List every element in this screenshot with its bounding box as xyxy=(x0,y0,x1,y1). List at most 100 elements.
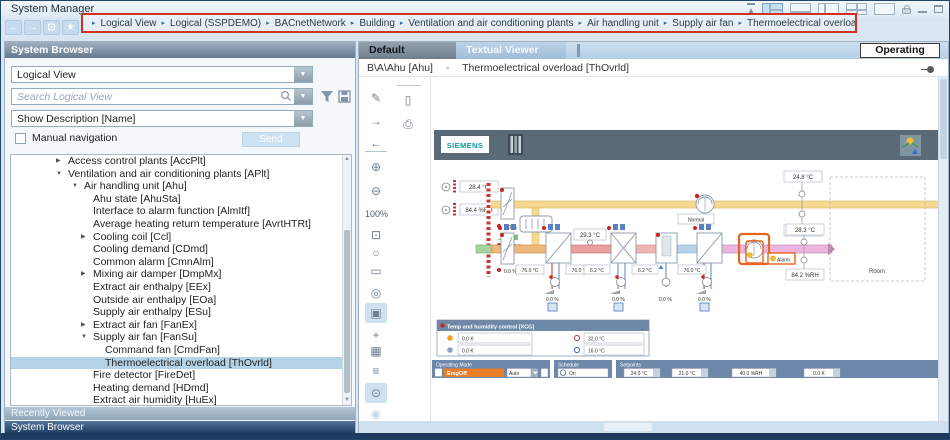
chevron-down-icon[interactable]: ▼ xyxy=(294,111,312,126)
navigate-back-icon[interactable]: ← xyxy=(365,133,387,153)
setpoint-spinner[interactable]: 40.0 %RH xyxy=(732,369,776,378)
expander-icon[interactable] xyxy=(81,231,93,244)
lock-icon[interactable] xyxy=(902,8,911,14)
goto-view-button[interactable]: ⊡ xyxy=(43,20,60,35)
layout-preset-5-button[interactable] xyxy=(874,3,895,15)
op-mode-value: EmgOff xyxy=(447,371,467,377)
tree-item[interactable]: Access control plants [AccPlt] xyxy=(11,155,351,168)
breadcrumb-item[interactable]: Air handling unit xyxy=(587,18,659,29)
setpoint-spinner[interactable]: 0.0 K xyxy=(804,369,840,378)
tree-item[interactable]: Supply air enthalpy [ESu] xyxy=(11,306,351,319)
tree-item[interactable]: Ahu state [AhuSta] xyxy=(11,193,351,206)
zoom-in-icon[interactable]: ⊕ xyxy=(365,157,387,177)
expander-icon[interactable] xyxy=(56,168,68,181)
tree-item[interactable]: Interface to alarm function [AlmItf] xyxy=(11,205,351,218)
filter-icon[interactable] xyxy=(320,90,338,106)
tree-item-selected[interactable]: Thermoelectrical overload [ThOvrld] xyxy=(11,357,351,370)
tree-item[interactable]: Extract air fan [FanEx] xyxy=(11,319,351,332)
schematic-canvas[interactable]: SIEMENS xyxy=(432,77,938,421)
send-button[interactable]: Send xyxy=(242,132,300,147)
zoom-level-label[interactable]: 100% xyxy=(365,204,387,224)
control-value: 16.0 °C xyxy=(588,349,605,355)
setpoint-spinner[interactable]: 21.0 °C xyxy=(672,369,708,378)
tree-item[interactable]: Outside air enthalpy [EOa] xyxy=(11,294,351,307)
navigate-forward-icon[interactable]: → xyxy=(365,111,387,131)
search-input[interactable] xyxy=(12,90,280,104)
tree-item[interactable]: Extract air humidity [HuEx] xyxy=(11,394,351,406)
expander-icon[interactable] xyxy=(81,319,93,332)
tree-item[interactable]: Extract air enthalpy [EEx] xyxy=(11,281,351,294)
heat-recovery-2[interactable] xyxy=(693,224,722,263)
op-mode-edit-button[interactable] xyxy=(541,369,548,378)
breadcrumb: ▸ Logical View ▸ Logical (SSPDEMO) ▸ BAC… xyxy=(81,13,857,33)
new-page-icon[interactable]: ▯ xyxy=(397,90,419,110)
tree-item[interactable]: Mixing air damper [DmpMx] xyxy=(11,268,351,281)
tab-textual-viewer[interactable]: Textual Viewer xyxy=(456,42,566,59)
tree-item[interactable]: Air handling unit [Ahu] xyxy=(11,180,351,193)
tree-item[interactable]: Heating demand [HDmd] xyxy=(11,382,351,395)
expander-icon[interactable] xyxy=(56,155,68,168)
tab-default[interactable]: Default xyxy=(359,42,456,59)
selection-tool-icon[interactable]: ▣ xyxy=(365,303,387,323)
related-items-icon[interactable]: ⊙ xyxy=(365,383,387,403)
breadcrumb-item[interactable]: BACnetNetwork xyxy=(275,18,346,29)
view-select[interactable]: Logical View ▼ xyxy=(11,66,313,83)
pin-icon[interactable] xyxy=(927,66,934,73)
description-select[interactable]: Show Description [Name] ▼ xyxy=(11,110,313,127)
save-icon[interactable] xyxy=(338,90,356,106)
breadcrumb-item[interactable]: Thermoelectrical overload xyxy=(747,18,857,29)
tree-item[interactable]: Cooling coil [Ccl] xyxy=(11,231,351,244)
expander-icon[interactable] xyxy=(81,331,93,344)
scroll-up-icon[interactable]: ▲ xyxy=(343,155,351,164)
tree-item[interactable]: Ventilation and air conditioning plants … xyxy=(11,168,351,181)
zoom-window-icon[interactable]: ◎ xyxy=(365,283,387,303)
breadcrumb-item[interactable]: Logical (SSPDEMO) xyxy=(170,18,261,29)
back-button[interactable]: ← xyxy=(5,20,22,35)
breadcrumb-item[interactable]: Building xyxy=(359,18,395,29)
extract-fan[interactable]: Normal xyxy=(678,194,714,224)
breadcrumb-separator-icon: ▸ xyxy=(266,19,270,27)
temp-humidity-control-panel[interactable]: Temp and humidity control [XCG] 0.0 K 32… xyxy=(437,320,649,356)
op-mode-select-value: Auto xyxy=(509,371,520,377)
align-grid-icon[interactable]: ▦ xyxy=(365,341,387,361)
favorites-button[interactable]: ★ xyxy=(62,20,79,35)
zoom-out-icon[interactable]: ⊖ xyxy=(365,181,387,201)
system-browser-header: System Browser xyxy=(5,42,355,58)
forward-button[interactable]: → xyxy=(24,20,41,35)
chevron-down-icon[interactable]: ▼ xyxy=(294,67,312,82)
search-field[interactable]: ▼ xyxy=(11,88,313,105)
zoom-fit-icon[interactable]: ⊡ xyxy=(365,225,387,245)
breadcrumb-item[interactable]: Supply air fan xyxy=(672,18,733,29)
print-icon[interactable]: ⎙ xyxy=(397,114,419,134)
layers-icon[interactable]: ≡ xyxy=(365,361,387,381)
canvas-horizontal-scrollbar[interactable] xyxy=(359,421,948,433)
expander-icon[interactable] xyxy=(81,268,93,281)
scrollbar-thumb[interactable] xyxy=(344,230,350,393)
chevron-down-icon[interactable]: ▼ xyxy=(294,89,312,104)
tree-item[interactable]: Supply air fan [FanSu] xyxy=(11,331,351,344)
tree-item[interactable]: Fire detector [FireDet] xyxy=(11,369,351,382)
scrollbar-thumb[interactable] xyxy=(604,423,652,431)
breadcrumb-item[interactable]: Logical View xyxy=(101,18,157,29)
tree-item[interactable]: Cooling demand [CDmd] xyxy=(11,243,351,256)
tree-item[interactable]: Common alarm [CmnAlm] xyxy=(11,256,351,269)
tree-item[interactable]: Command fan [CmdFan] xyxy=(11,344,351,357)
maximize-button[interactable] xyxy=(934,5,943,13)
canvas-vertical-scrollbar[interactable] xyxy=(938,77,948,421)
recirculation-damper[interactable] xyxy=(520,216,552,232)
tree-scrollbar[interactable]: ▲ ▼ xyxy=(342,155,351,405)
scrollbar-thumb[interactable] xyxy=(940,79,947,159)
edit-pen-icon[interactable]: ✎ xyxy=(365,88,387,108)
recently-viewed-bar[interactable]: Recently Viewed xyxy=(5,407,355,420)
tree-item[interactable]: Average heating return temperature [Avrt… xyxy=(11,218,351,231)
setpoint-spinner[interactable]: 24.0 °C xyxy=(624,369,660,378)
breadcrumb-item[interactable]: Ventilation and air conditioning plants xyxy=(408,18,573,29)
operating-button[interactable]: Operating xyxy=(860,43,940,58)
expander-icon[interactable] xyxy=(72,180,84,193)
scroll-down-icon[interactable]: ▼ xyxy=(343,396,351,405)
minimize-button[interactable] xyxy=(918,5,927,13)
magnifier-icon[interactable]: ○ xyxy=(365,243,387,263)
viewport-icon[interactable]: ▭ xyxy=(365,261,387,281)
plant-icon[interactable] xyxy=(900,135,921,156)
cooling-coil[interactable] xyxy=(607,224,636,263)
